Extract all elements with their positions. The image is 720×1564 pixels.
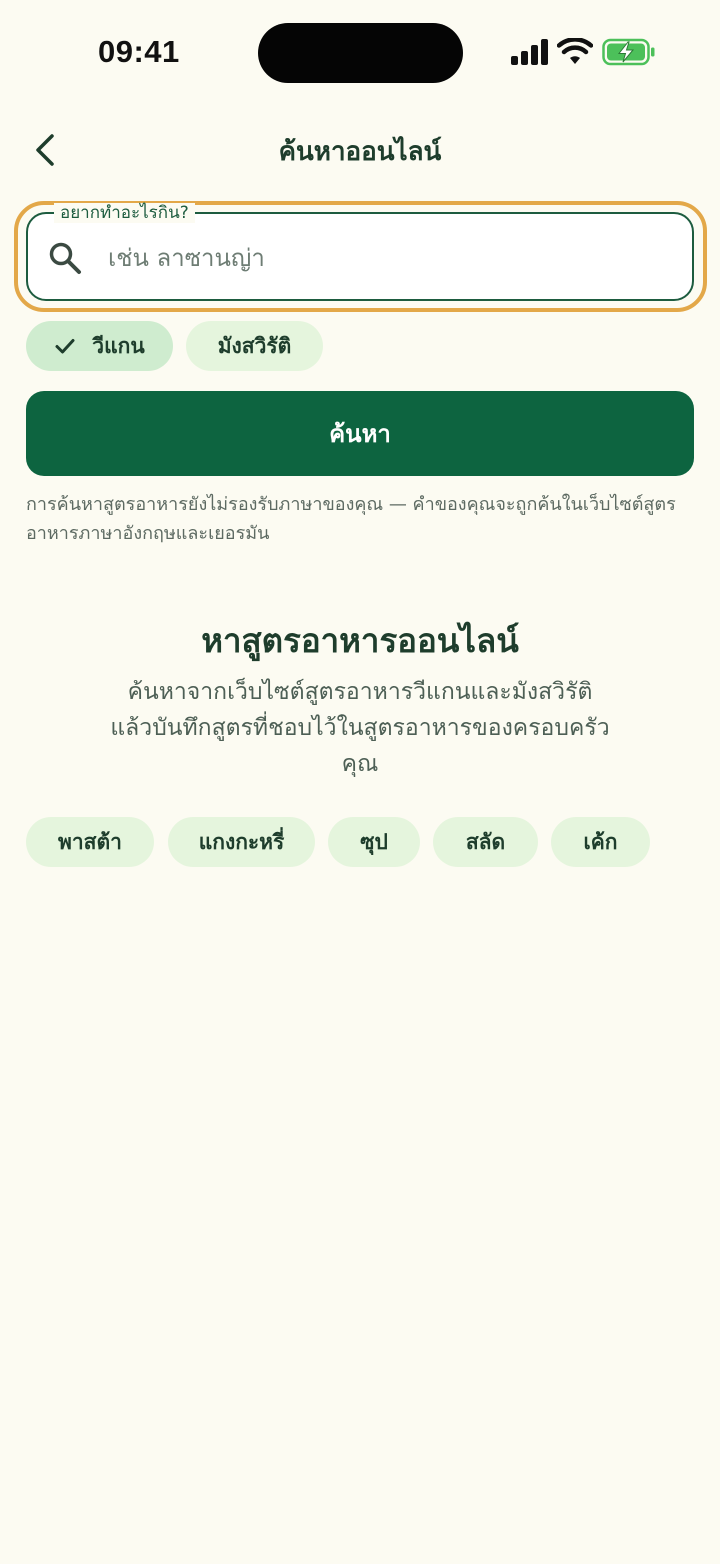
status-bar: 09:41 (0, 0, 720, 100)
screen: 09:41 ค้นหาออนไลน์ อยากทำอะไรกิน? เช่น ล… (0, 0, 720, 1564)
filter-chip-vegan[interactable]: วีแกน (26, 321, 173, 371)
check-icon (55, 339, 75, 354)
search-icon (49, 242, 81, 274)
filter-chip-label: มังสวิรัติ (217, 333, 292, 358)
empty-state-title: หาสูตรอาหารออนไลน์ (201, 621, 519, 660)
filter-chip-vegetarian[interactable]: มังสวิรัติ (186, 321, 323, 371)
suggestion-chip-salad[interactable]: สลัด (433, 817, 538, 867)
dynamic-island (258, 23, 463, 83)
wifi-icon (557, 38, 593, 64)
suggestion-chip-curry[interactable]: แกงกะหรี่ (168, 817, 315, 867)
search-input[interactable] (108, 236, 668, 280)
filter-chip-label: วีแกน (92, 333, 145, 358)
search-field-label: อยากทำอะไรกิน? (54, 203, 195, 223)
page-title: ค้นหาออนไลน์ (278, 137, 442, 167)
suggestion-chip-pasta[interactable]: พาสต้า (26, 817, 154, 867)
status-time: 09:41 (98, 34, 180, 69)
language-notice: การค้นหาสูตรอาหารยังไม่รองรับภาษาของคุณ … (26, 494, 676, 544)
battery-charging-icon (602, 38, 655, 66)
empty-state-subtitle: ค้นหาจากเว็บไซต์สูตรอาหารวีแกนและมังสวิร… (110, 679, 610, 777)
cellular-signal-icon (511, 39, 548, 65)
search-button[interactable]: ค้นหา (26, 391, 694, 476)
suggestion-chip-soup[interactable]: ซุป (328, 817, 420, 867)
suggestion-chip-cake[interactable]: เค้ก (551, 817, 650, 867)
